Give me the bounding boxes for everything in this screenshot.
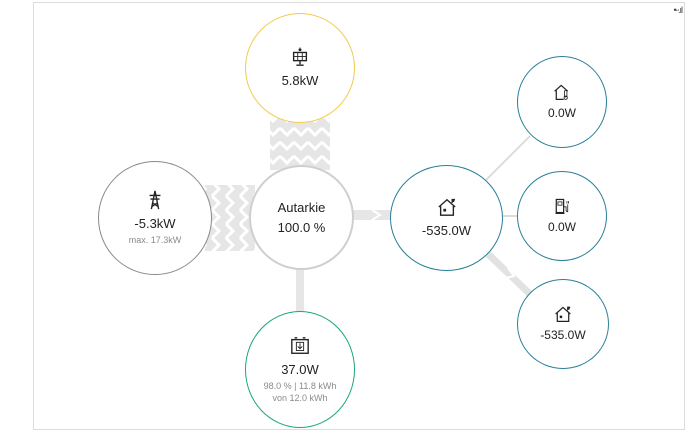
flow-center-to-battery [296, 268, 304, 314]
solar-power-value: 5.8kW [281, 73, 319, 88]
house-power-value: -535.0W [421, 223, 472, 238]
house-icon [437, 198, 456, 216]
flow-solar-to-center [270, 118, 330, 170]
battery-node[interactable]: 37.0W 98.0 % | 11.8 kWh von 12.0 kWh [245, 311, 355, 428]
consumer-heat-pump-node[interactable]: 0.0W [517, 56, 607, 148]
grid-max-value: max. 17.3kW [128, 235, 182, 245]
flow-grid-to-center [205, 185, 255, 251]
battery-charge-detail: 98.0 % | 11.8 kWh [263, 380, 337, 391]
ev-charger-value: 0.0W [547, 220, 576, 234]
consumer-house-node[interactable]: -535.0W [517, 279, 609, 369]
flow-house-to-home [485, 251, 535, 299]
autarky-node[interactable]: Autarkie 100.0 % [249, 165, 354, 270]
autarky-value: 100.0 % [277, 219, 326, 235]
heat-pump-value: 0.0W [547, 106, 576, 120]
power-tower-icon [149, 190, 161, 210]
signal-icon: •ᵕ.ıl [673, 5, 683, 15]
battery-capacity-detail: von 12.0 kWh [272, 392, 328, 403]
solar-panel-icon [292, 47, 308, 66]
battery-icon [291, 336, 309, 354]
ev-charger-icon [555, 198, 569, 214]
consumer-ev-charger-node[interactable]: 0.0W [517, 171, 607, 261]
grid-power-value: -5.3kW [134, 216, 176, 231]
house-icon [555, 306, 571, 322]
grid-node[interactable]: -5.3kW max. 17.3kW [98, 161, 212, 275]
flow-house-to-heat-pump [485, 135, 531, 181]
heat-pump-icon [554, 84, 569, 100]
house-node[interactable]: -535.0W [390, 165, 503, 271]
solar-node[interactable]: 5.8kW [245, 13, 355, 123]
autarky-title: Autarkie [277, 199, 326, 215]
consumer-house-value: -535.0W [540, 328, 586, 342]
battery-power-value: 37.0W [281, 361, 319, 377]
